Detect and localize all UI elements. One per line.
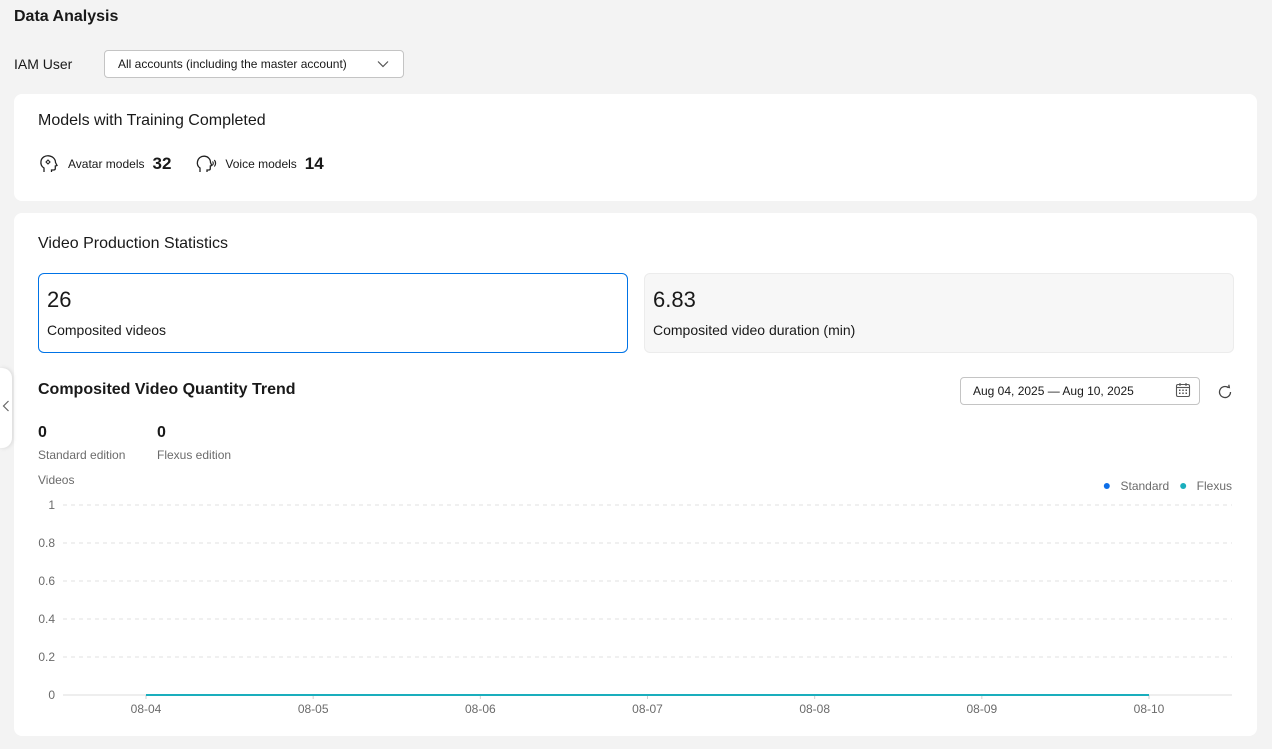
video-production-title: Video Production Statistics	[38, 235, 229, 252]
avatar-models-count: 32	[152, 154, 172, 173]
y-tick-label: 0	[48, 688, 55, 702]
models-row: Avatar models 32 Voice models 14	[38, 152, 348, 176]
x-tick-label: 08-06	[465, 702, 496, 716]
y-tick-label: 0.2	[38, 650, 55, 664]
chevron-left-icon	[2, 399, 10, 417]
avatar-head-icon	[38, 153, 60, 175]
x-tick-label: 08-04	[131, 702, 162, 716]
legend-marker-flexus	[1180, 483, 1187, 489]
composited-duration-value: 6.83	[653, 287, 696, 312]
iam-user-select-value: All accounts (including the master accou…	[118, 57, 347, 71]
composited-duration-tab[interactable]: 6.83 Composited video duration (min)	[644, 273, 1234, 353]
avatar-models: Avatar models 32	[38, 153, 171, 175]
standard-edition-label: Standard edition	[38, 448, 126, 462]
flexus-edition-label: Flexus edition	[157, 448, 232, 462]
x-tick-label: 08-09	[966, 702, 997, 716]
chevron-down-icon	[377, 57, 389, 71]
legend-marker-standard	[1103, 483, 1110, 489]
iam-user-select[interactable]: All accounts (including the master accou…	[104, 50, 404, 78]
standard-edition-stat: 0 Standard edition	[38, 424, 125, 462]
composited-videos-value: 26	[47, 287, 72, 312]
voice-head-icon	[195, 153, 217, 175]
date-range-picker[interactable]: Aug 04, 2025 — Aug 10, 2025	[960, 377, 1200, 405]
y-tick-label: 1	[48, 498, 55, 512]
iam-user-label: IAM User	[14, 56, 73, 72]
y-axis-label: Videos	[38, 473, 74, 487]
x-tick-label: 08-07	[632, 702, 663, 716]
video-trend-chart: Videos 0 0.2 0.4 0.6 0.8 1 08-04 08-05 08-06 08-07…	[38, 473, 1232, 716]
standard-edition-value: 0	[38, 424, 47, 441]
composited-duration-label: Composited video duration (min)	[653, 322, 856, 338]
legend-label-flexus: Flexus	[1197, 479, 1232, 493]
avatar-models-label: Avatar models	[68, 157, 145, 171]
y-tick-label: 0.4	[38, 612, 55, 626]
models-card-title: Models with Training Completed	[38, 112, 266, 129]
calendar-icon	[1175, 382, 1191, 401]
voice-models-label: Voice models	[225, 157, 297, 171]
composited-videos-label: Composited videos	[47, 322, 167, 338]
y-tick-label: 0.8	[38, 536, 55, 550]
iam-user-row: IAM User All accounts (including the mas…	[14, 50, 404, 78]
flexus-edition-value: 0	[157, 424, 166, 441]
models-card: Models with Training Completed Avatar mo…	[14, 94, 1257, 201]
composited-videos-tab[interactable]: 26 Composited videos	[38, 273, 628, 353]
x-tick-label: 08-08	[799, 702, 830, 716]
date-range-value: Aug 04, 2025 — Aug 10, 2025	[973, 384, 1134, 398]
page-title: Data Analysis	[14, 8, 119, 25]
refresh-icon[interactable]	[1216, 383, 1234, 401]
x-tick-label: 08-05	[298, 702, 329, 716]
x-tick-label: 08-10	[1134, 702, 1165, 716]
voice-models-count: 14	[304, 154, 324, 173]
trend-title: Composited Video Quantity Trend	[38, 381, 296, 398]
collapse-panel-tab[interactable]	[0, 368, 12, 448]
y-tick-label: 0.6	[38, 574, 55, 588]
legend-label-standard: Standard	[1120, 479, 1169, 493]
flexus-edition-stat: 0 Flexus edition	[157, 424, 231, 462]
voice-models: Voice models 14	[195, 153, 324, 175]
